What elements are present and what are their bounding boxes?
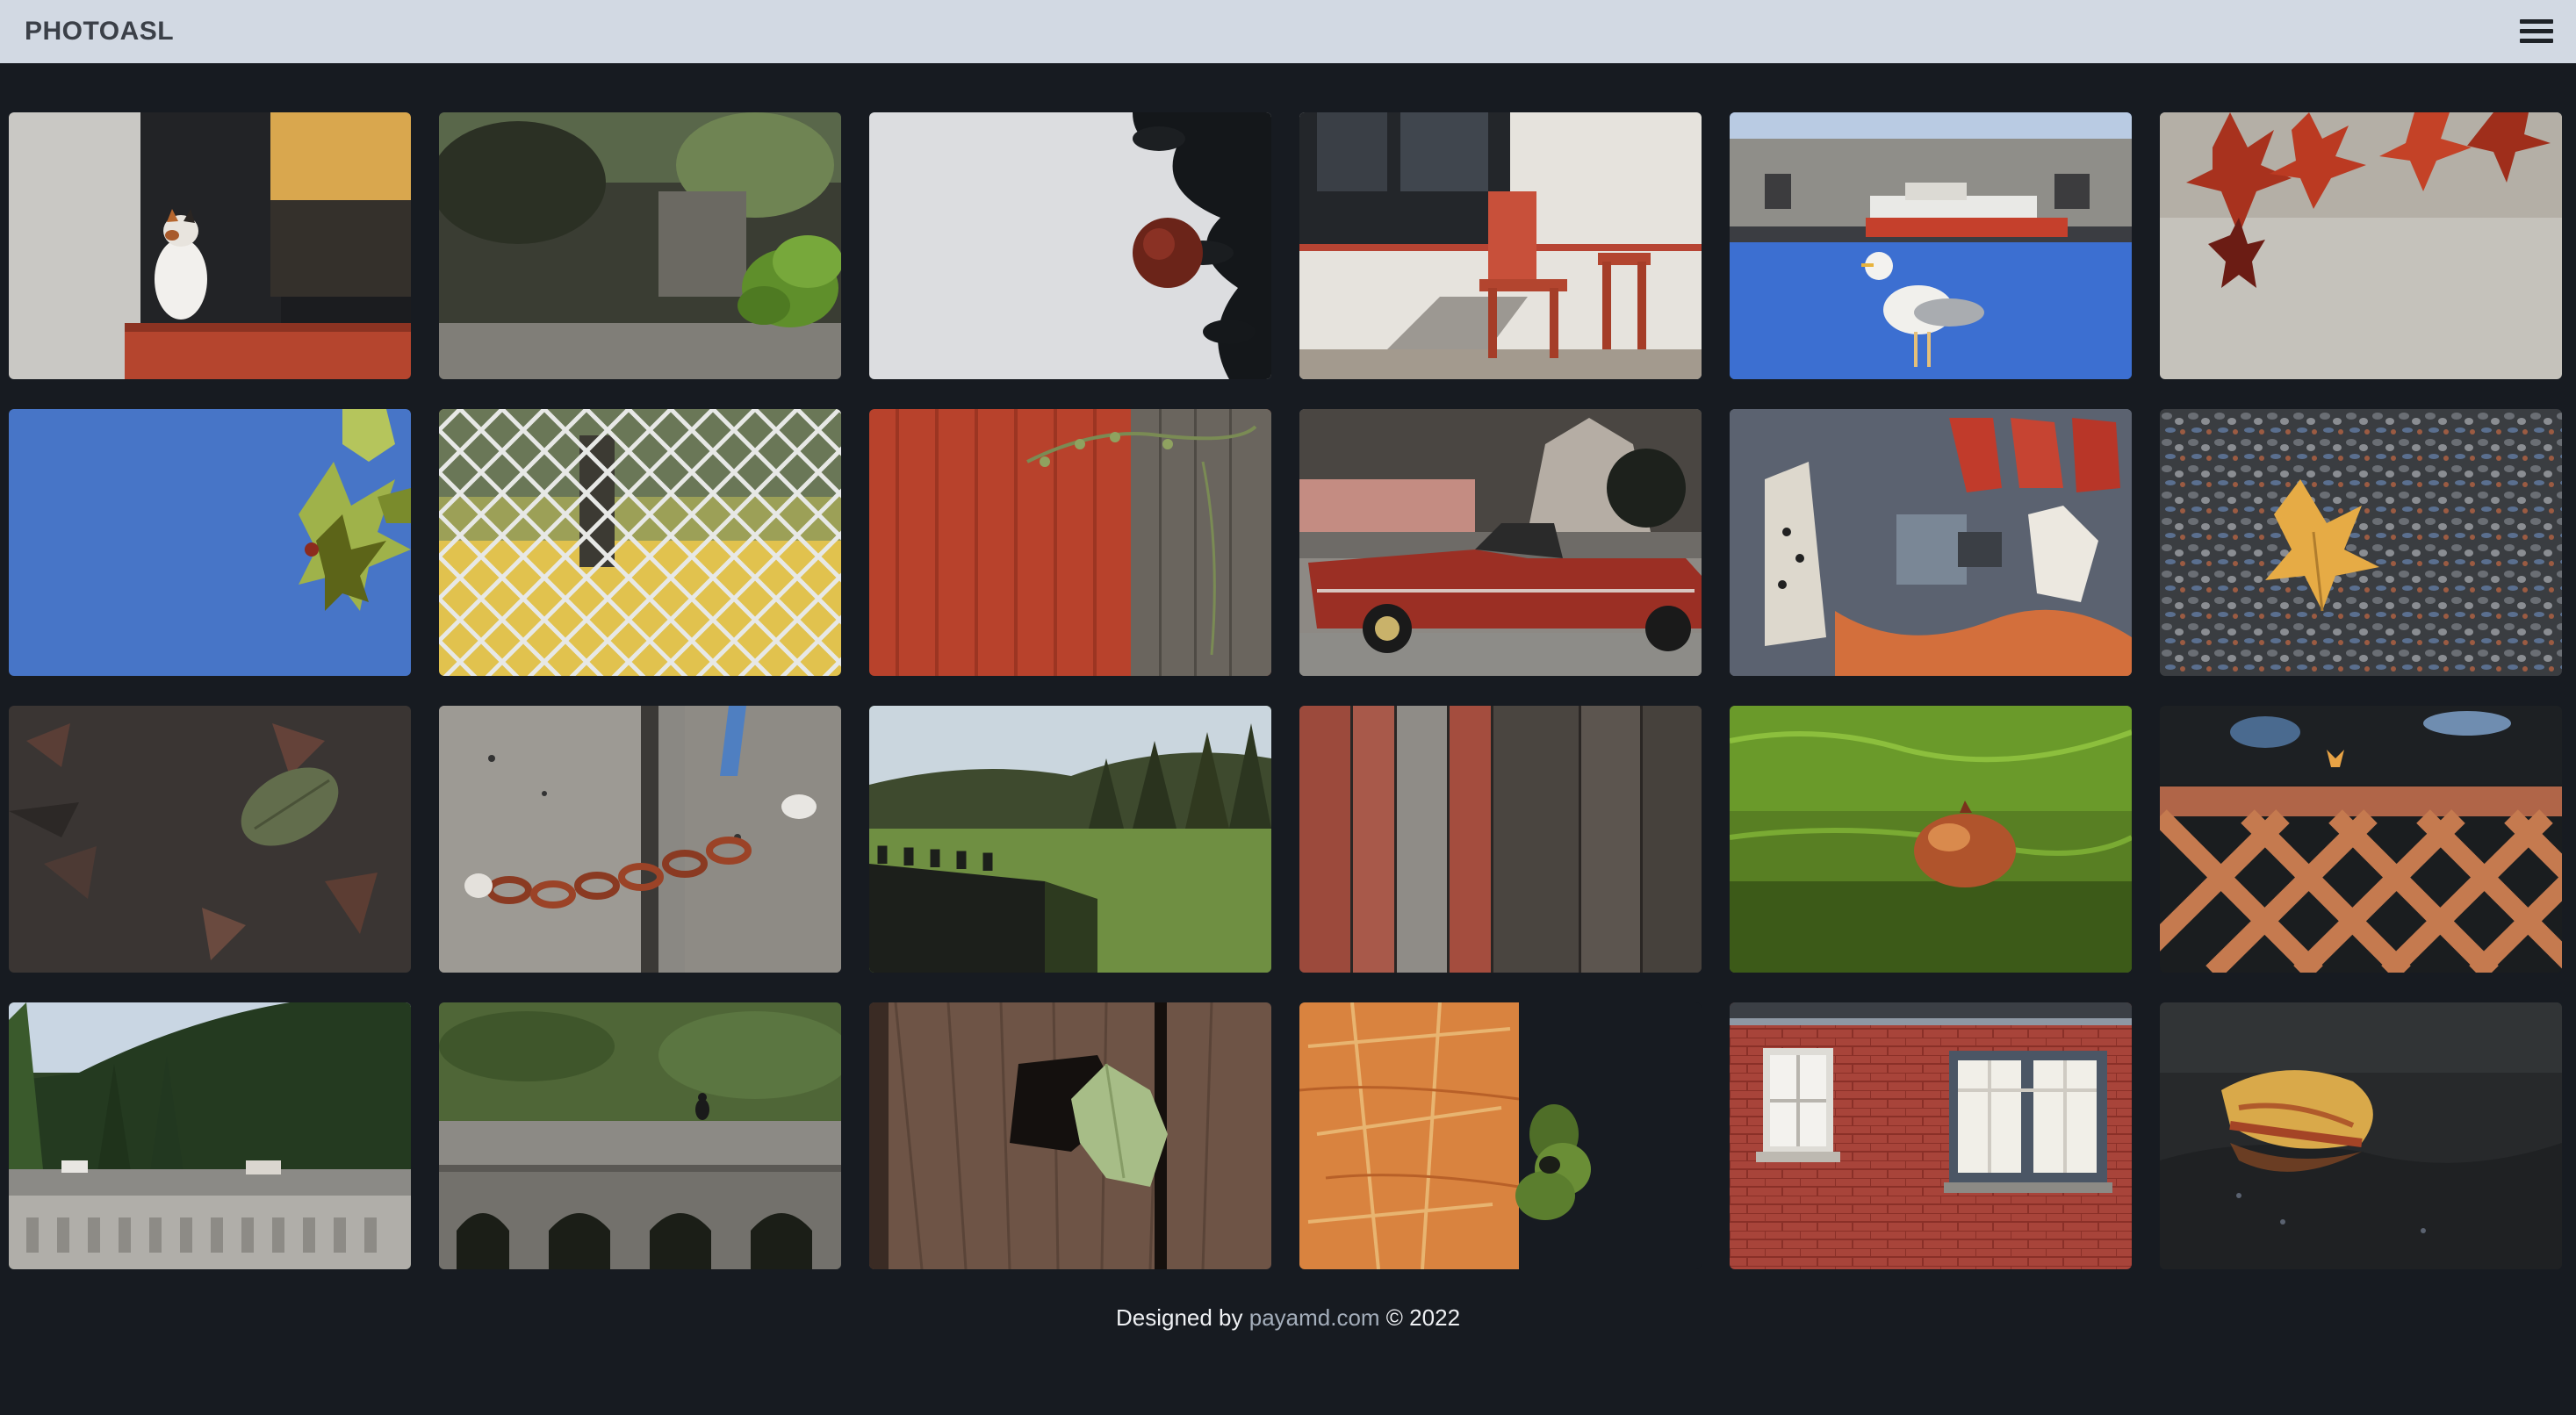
photo-graffiti-wall[interactable] (1730, 409, 2132, 676)
footer-credit-prefix: Designed by (1115, 1304, 1249, 1331)
photo-red-convertible-car[interactable] (1299, 409, 1702, 676)
photo-ivy-leaf-wood[interactable] (869, 1002, 1271, 1269)
footer: Designed by payamd.com © 2022 (0, 1304, 2576, 1332)
photo-leaf-on-gravel[interactable] (2160, 409, 2562, 676)
navbar: PHOTOASL (0, 0, 2576, 63)
hamburger-menu-icon[interactable] (2520, 16, 2553, 47)
photo-orange-wall-green-fruit[interactable] (1299, 1002, 1702, 1269)
photo-leaves-blue-sky[interactable] (9, 409, 411, 676)
photo-green-leaves-blurred-house[interactable] (439, 112, 841, 379)
photo-wooden-planks[interactable] (1299, 706, 1702, 973)
photo-red-adirondack-chairs[interactable] (1299, 112, 1702, 379)
photo-seagull-harbor[interactable] (1730, 112, 2132, 379)
photo-lattice-fence[interactable] (2160, 706, 2562, 973)
photo-forest-hillside[interactable] (869, 706, 1271, 973)
menu-bar-top (2520, 19, 2553, 24)
photo-pomegranate-grass[interactable] (1730, 706, 2132, 973)
photo-calico-cat[interactable] (9, 112, 411, 379)
menu-bar-bottom (2520, 39, 2553, 43)
photo-orange-on-branch[interactable] (869, 112, 1271, 379)
photo-rusty-chain-post[interactable] (439, 706, 841, 973)
photo-gallery (9, 112, 2562, 1269)
photo-chain-link-fence[interactable] (439, 409, 841, 676)
photo-leaf-on-ground[interactable] (9, 706, 411, 973)
photo-red-wall-vine[interactable] (869, 409, 1271, 676)
photo-brick-house-windows[interactable] (1730, 1002, 2132, 1269)
photo-bird-on-bridge[interactable] (439, 1002, 841, 1269)
footer-copyright: © 2022 (1379, 1304, 1461, 1331)
brand-logo[interactable]: PHOTOASL (25, 0, 174, 63)
photo-leaf-on-wet-pavement[interactable] (2160, 1002, 2562, 1269)
photo-forest-bridge[interactable] (9, 1002, 411, 1269)
photo-red-maple-leaves[interactable] (2160, 112, 2562, 379)
menu-bar-middle (2520, 29, 2553, 33)
footer-designer-link[interactable]: payamd.com (1249, 1304, 1380, 1331)
